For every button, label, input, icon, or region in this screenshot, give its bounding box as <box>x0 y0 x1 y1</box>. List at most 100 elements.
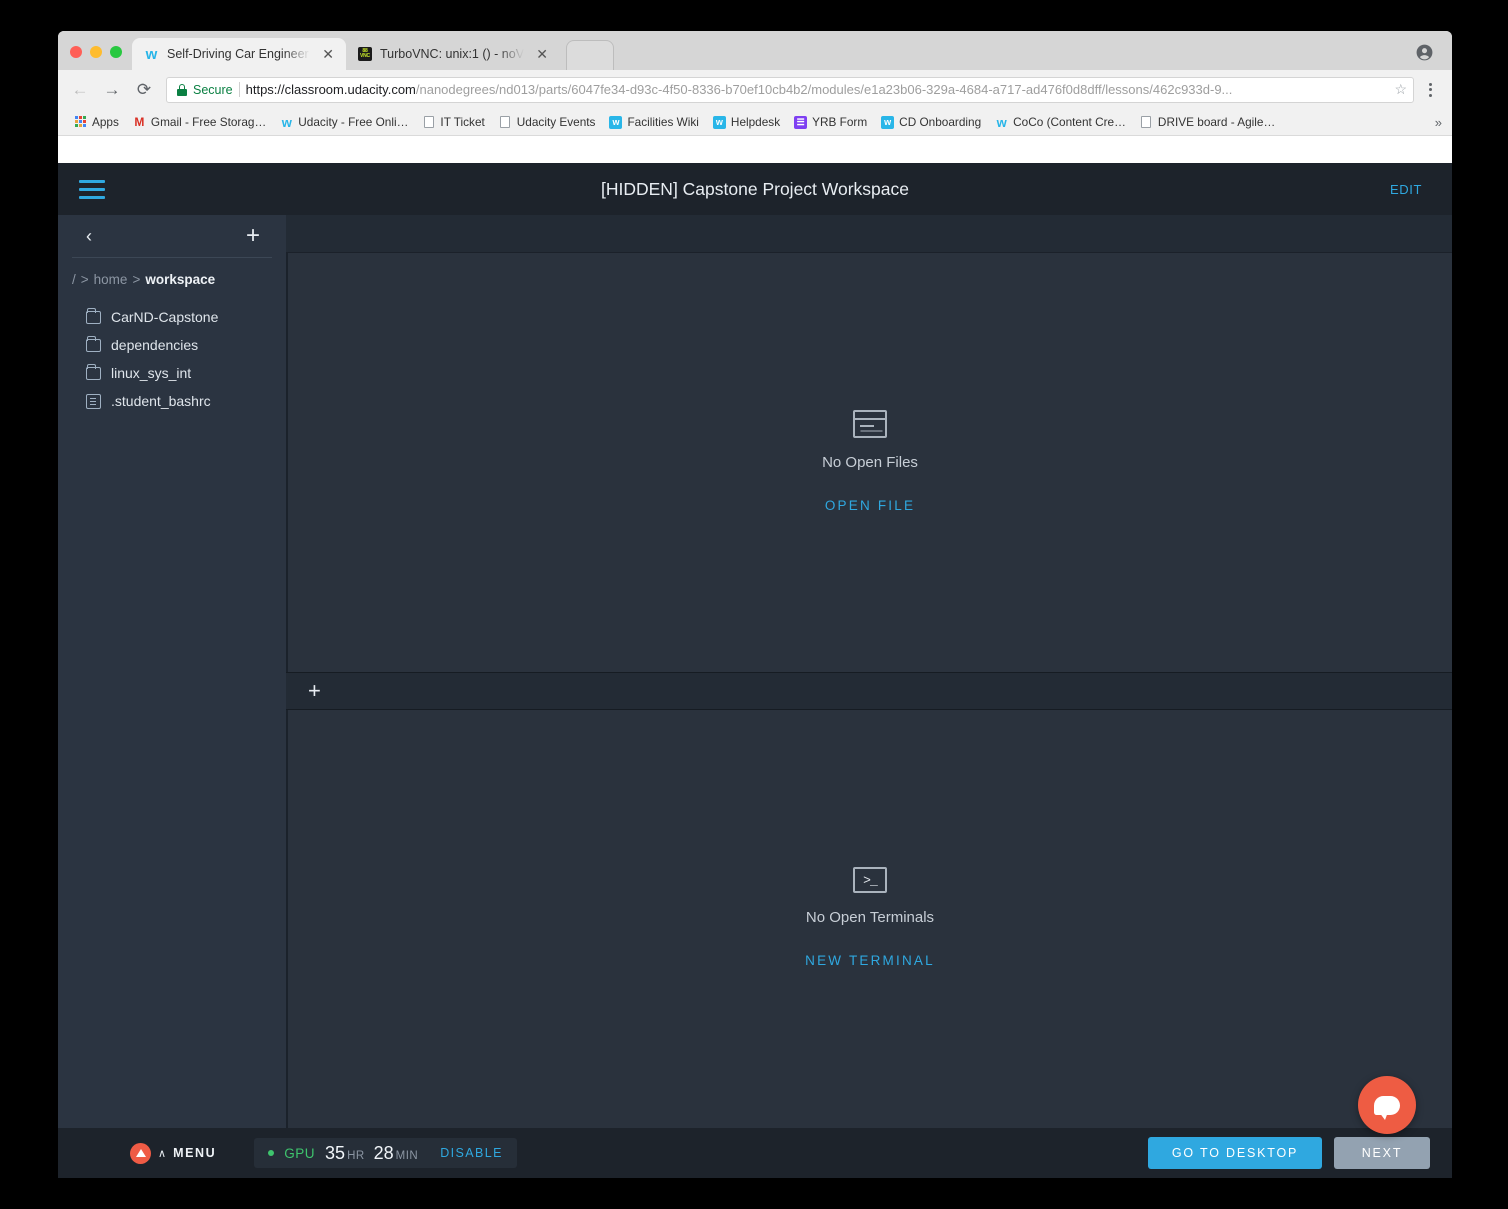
file-sidebar: ‹ + / > home > workspace CarND-Capstone <box>58 215 286 1128</box>
window-controls <box>58 46 132 70</box>
bookmark-label: CD Onboarding <box>899 115 981 129</box>
apps-grid-icon <box>74 116 87 129</box>
bottom-actions: GO TO DESKTOP NEXT <box>1148 1137 1430 1169</box>
bookmark-label: Helpdesk <box>731 115 780 129</box>
address-bar[interactable]: Secure https://classroom.udacity.com/nan… <box>166 77 1414 103</box>
file-icon <box>86 394 101 409</box>
forward-icon[interactable]: → <box>98 76 126 104</box>
editor-pane: No Open Files OPEN FILE <box>286 253 1452 672</box>
url-host: https://classroom.udacity.com <box>246 82 416 97</box>
gpu-label: GPU <box>284 1146 315 1161</box>
terminal-tab-bar: + <box>286 672 1452 710</box>
lock-icon <box>177 84 187 96</box>
browser-tab-udacity[interactable]: w Self-Driving Car Engineer - Ud ✕ <box>132 38 346 70</box>
editor-tab-bar[interactable] <box>286 215 1452 253</box>
udacity-logo-icon <box>130 1143 151 1164</box>
maximize-window-button[interactable] <box>110 46 122 58</box>
bookmark-coco[interactable]: w CoCo (Content Cre… <box>989 113 1132 131</box>
terminal-empty-state: >_ No Open Terminals NEW TERMINAL <box>805 867 935 970</box>
hours-unit: HR <box>347 1150 365 1162</box>
hamburger-icon[interactable] <box>58 163 126 215</box>
bookmark-helpdesk[interactable]: w Helpdesk <box>707 113 786 131</box>
new-tab-button[interactable] <box>566 40 614 70</box>
sidebar-toolbar: ‹ + <box>58 215 286 257</box>
breadcrumb-root[interactable]: / <box>72 272 76 287</box>
file-name: .student_bashrc <box>111 393 211 409</box>
bookmark-star-icon[interactable]: ☆ <box>1390 81 1407 98</box>
bookmark-it-ticket[interactable]: IT Ticket <box>416 113 490 131</box>
bookmark-yrb-form[interactable]: ☰ YRB Form <box>788 113 873 131</box>
profile-avatar-icon[interactable] <box>1415 43 1434 62</box>
document-icon <box>422 116 435 129</box>
folder-icon <box>86 311 101 324</box>
next-button[interactable]: NEXT <box>1334 1137 1430 1169</box>
editor-empty-title: No Open Files <box>822 454 918 471</box>
browser-tab-strip: w Self-Driving Car Engineer - Ud ✕ 88VNC… <box>58 31 1452 70</box>
vnc-icon: 88VNC <box>358 47 372 61</box>
back-icon[interactable]: ← <box>66 76 94 104</box>
editor-empty-state: No Open Files OPEN FILE <box>822 410 918 515</box>
bookmark-label: YRB Form <box>812 115 867 129</box>
open-file-button[interactable]: OPEN FILE <box>825 498 915 513</box>
security-status: Secure <box>193 83 233 97</box>
browser-toolbar: ← → ⟳ Secure https://classroom.udacity.c… <box>58 70 1452 109</box>
disable-gpu-button[interactable]: DISABLE <box>440 1146 503 1160</box>
workspace-app: [HIDDEN] Capstone Project Workspace EDIT… <box>58 163 1452 1178</box>
edit-button[interactable]: EDIT <box>1390 182 1422 197</box>
list-item[interactable]: linux_sys_int <box>58 359 286 387</box>
folder-icon <box>86 339 101 352</box>
menu-button[interactable]: ∧ MENU <box>130 1143 216 1164</box>
bookmark-label: CoCo (Content Cre… <box>1013 115 1126 129</box>
bookmark-label: Facilities Wiki <box>627 115 698 129</box>
udacity-icon: w <box>995 116 1008 129</box>
bookmark-drive-board[interactable]: DRIVE board - Agile… <box>1134 113 1281 131</box>
file-name: linux_sys_int <box>111 365 191 381</box>
bottom-status-bar: ∧ MENU GPU 35HR 28MIN DISABLE GO TO DESK… <box>58 1128 1452 1178</box>
tab-title: Self-Driving Car Engineer - Ud <box>167 47 310 61</box>
bookmark-label: Gmail - Free Storag… <box>151 115 266 129</box>
bookmark-udacity-events[interactable]: Udacity Events <box>493 113 602 131</box>
gpu-status-chip: GPU 35HR 28MIN DISABLE <box>254 1138 517 1168</box>
bookmark-cd-onboarding[interactable]: w CD Onboarding <box>875 113 987 131</box>
terminal-empty-title: No Open Terminals <box>805 909 935 926</box>
terminal-prompt-icon: >_ <box>853 867 887 893</box>
collapse-sidebar-icon[interactable]: ‹ <box>86 227 92 245</box>
minutes-unit: MIN <box>396 1150 419 1162</box>
chat-bubble-icon[interactable] <box>1358 1076 1416 1134</box>
status-dot-icon <box>268 1150 274 1156</box>
bookmark-gmail[interactable]: M Gmail - Free Storag… <box>127 113 272 131</box>
list-item[interactable]: dependencies <box>58 331 286 359</box>
udacity-square-icon: w <box>713 116 726 129</box>
terminal-pane: >_ No Open Terminals NEW TERMINAL <box>286 710 1452 1129</box>
form-icon: ☰ <box>794 116 807 129</box>
bookmark-udacity[interactable]: w Udacity - Free Onli… <box>274 113 414 131</box>
bookmarks-overflow-icon[interactable]: » <box>1435 115 1442 130</box>
chevron-up-icon: ∧ <box>158 1147 166 1160</box>
bookmark-label: DRIVE board - Agile… <box>1158 115 1275 129</box>
browser-tab-turbovnc[interactable]: 88VNC TurboVNC: unix:1 () - noVNC ✕ <box>346 38 560 70</box>
list-item[interactable]: .student_bashrc <box>58 387 286 415</box>
list-item[interactable]: CarND-Capstone <box>58 303 286 331</box>
breadcrumb-home[interactable]: home <box>94 272 128 287</box>
close-icon[interactable]: ✕ <box>318 45 338 63</box>
bookmark-facilities-wiki[interactable]: w Facilities Wiki <box>603 113 704 131</box>
bookmark-label: IT Ticket <box>440 115 484 129</box>
bookmark-label: Udacity - Free Onli… <box>298 115 408 129</box>
new-terminal-button[interactable]: NEW TERMINAL <box>805 953 935 968</box>
udacity-icon: w <box>280 116 293 129</box>
close-icon[interactable]: ✕ <box>532 45 552 63</box>
browser-window: w Self-Driving Car Engineer - Ud ✕ 88VNC… <box>58 31 1452 1178</box>
minutes-value: 28 <box>374 1143 394 1163</box>
add-file-icon[interactable]: + <box>246 224 260 248</box>
bookmark-apps[interactable]: Apps <box>68 113 125 131</box>
breadcrumb-separator: > <box>132 272 140 287</box>
document-icon <box>1140 116 1153 129</box>
go-to-desktop-button[interactable]: GO TO DESKTOP <box>1148 1137 1322 1169</box>
reload-icon[interactable]: ⟳ <box>130 76 158 104</box>
minimize-window-button[interactable] <box>90 46 102 58</box>
close-window-button[interactable] <box>70 46 82 58</box>
add-terminal-icon[interactable]: + <box>308 680 321 702</box>
breadcrumb-separator: > <box>81 272 89 287</box>
breadcrumb-current[interactable]: workspace <box>145 272 215 287</box>
browser-menu-icon[interactable] <box>1418 83 1442 97</box>
